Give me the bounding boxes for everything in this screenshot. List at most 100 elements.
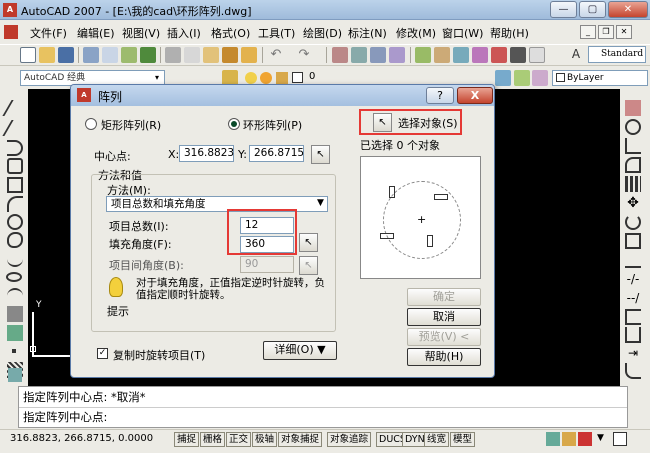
lineweight-toggle[interactable]: 线宽 [424, 432, 450, 447]
menu-tools[interactable]: 工具(T) [258, 25, 295, 41]
ok-button[interactable]: 确定 [407, 288, 481, 306]
paste-icon[interactable] [203, 47, 219, 63]
rotate-icon[interactable] [625, 214, 641, 230]
tool-palettes-icon[interactable] [453, 47, 469, 63]
scale-icon[interactable] [625, 233, 641, 249]
chevron-down-icon[interactable]: ▾ [155, 73, 159, 82]
alert-icon[interactable] [578, 432, 592, 446]
undo-icon[interactable]: ↶ [268, 47, 284, 63]
polyline-icon[interactable] [7, 140, 23, 156]
layer-previous-icon[interactable] [514, 70, 530, 86]
status-menu-chevron-icon[interactable]: ▼ [597, 433, 604, 443]
command-window[interactable]: 指定阵列中心点: *取消* 指定阵列中心点: [18, 386, 628, 428]
rect-array-label[interactable]: 矩形阵列(R) [101, 117, 161, 133]
spline-icon[interactable] [7, 251, 23, 267]
menu-draw[interactable]: 绘图(D) [303, 25, 342, 41]
chamfer-icon[interactable]: ⇥ [625, 345, 641, 361]
break-icon[interactable] [625, 309, 641, 325]
open-icon[interactable] [39, 47, 55, 63]
plot-preview-icon[interactable] [102, 47, 118, 63]
text-style-icon[interactable]: A [568, 47, 584, 63]
help-button[interactable]: 帮助(H) [407, 348, 481, 366]
command-scrollbar[interactable] [628, 386, 650, 428]
menu-view[interactable]: 视图(V) [122, 25, 160, 41]
select-objects-button[interactable]: 选择对象(S) [398, 115, 458, 131]
toolbar-lock-icon[interactable] [562, 432, 576, 446]
details-button[interactable]: 详细(O) ▼ [263, 341, 337, 360]
mdi-close-button[interactable]: ✕ [616, 25, 632, 39]
copy-icon[interactable] [184, 47, 200, 63]
zoom-previous-icon[interactable] [389, 47, 405, 63]
menu-format[interactable]: 格式(O) [211, 25, 250, 41]
sun-icon[interactable] [260, 72, 272, 84]
trim-icon[interactable]: -/- [625, 271, 641, 287]
polar-toggle[interactable]: 极轴 [252, 432, 278, 447]
arc-icon[interactable] [7, 196, 23, 212]
pick-fill-angle-icon[interactable]: ↖ [299, 233, 318, 252]
design-center-icon[interactable] [434, 47, 450, 63]
move-icon[interactable]: ✥ [625, 195, 641, 211]
array-icon[interactable] [625, 176, 641, 192]
fillet-icon[interactable] [625, 363, 641, 379]
mdi-restore-button[interactable]: ❐ [598, 25, 614, 39]
make-current-icon[interactable] [495, 70, 511, 86]
redo-icon[interactable]: ↷ [296, 47, 312, 63]
chevron-down-icon[interactable]: ▼ [317, 198, 324, 208]
dialog-close-button[interactable]: X [457, 87, 493, 104]
stretch-icon[interactable] [625, 252, 641, 268]
mirror-icon[interactable] [625, 138, 641, 154]
layer-state-icon[interactable] [532, 70, 548, 86]
publish-icon[interactable] [121, 47, 137, 63]
minimize-button[interactable]: — [550, 1, 577, 18]
clean-screen-icon[interactable] [613, 432, 627, 446]
menu-insert[interactable]: 插入(I) [167, 25, 201, 41]
close-button[interactable]: ✕ [608, 1, 648, 18]
markup-icon[interactable] [491, 47, 507, 63]
calculator-icon[interactable] [510, 47, 526, 63]
rotate-items-checkbox[interactable]: ✓ [97, 348, 108, 359]
sheet-set-icon[interactable] [472, 47, 488, 63]
offset-icon[interactable] [625, 157, 641, 173]
center-x-field[interactable]: 316.8823 [179, 145, 234, 162]
polygon-icon[interactable] [7, 158, 23, 174]
rotate-items-label[interactable]: 复制时旋转项目(T) [113, 347, 205, 363]
pick-center-point-icon[interactable]: ↖ [311, 145, 330, 164]
dialog-help-button[interactable]: ? [426, 87, 454, 104]
pan-icon[interactable] [332, 47, 348, 63]
communication-center-icon[interactable] [546, 432, 560, 446]
extend-icon[interactable]: --/ [625, 290, 641, 306]
erase-icon[interactable] [625, 100, 641, 116]
menu-edit[interactable]: 编辑(E) [77, 25, 115, 41]
document-icon[interactable] [4, 25, 18, 39]
rect-array-radio[interactable] [85, 118, 97, 130]
match-properties-icon[interactable] [222, 47, 238, 63]
new-icon[interactable] [20, 47, 36, 63]
bulb-icon[interactable] [245, 72, 257, 84]
model-toggle[interactable]: 模型 [450, 432, 476, 447]
point-icon[interactable] [12, 349, 16, 353]
circle-icon[interactable] [7, 214, 23, 230]
block-editor-icon[interactable] [241, 47, 257, 63]
rectangle-icon[interactable] [7, 177, 23, 193]
snap-toggle[interactable]: 捕捉 [174, 432, 200, 447]
preview-button[interactable]: 预览(V) < [407, 328, 481, 346]
grid-toggle[interactable]: 栅格 [200, 432, 226, 447]
ellipse-arc-icon[interactable] [7, 288, 23, 304]
3d-dwf-icon[interactable] [140, 47, 156, 63]
mdi-minimize-button[interactable]: _ [580, 25, 596, 39]
linetype-select[interactable]: ByLayer [552, 70, 648, 86]
menu-modify[interactable]: 修改(M) [396, 25, 436, 41]
menu-dimension[interactable]: 标注(N) [348, 25, 387, 41]
fill-angle-field[interactable]: 360 [240, 236, 294, 253]
total-items-field[interactable]: 12 [240, 217, 294, 234]
menu-file[interactable]: 文件(F) [30, 25, 67, 41]
osnap-toggle[interactable]: 对象捕捉 [278, 432, 323, 447]
save-icon[interactable] [58, 47, 74, 63]
menu-window[interactable]: 窗口(W) [442, 25, 483, 41]
insert-block-icon[interactable] [7, 306, 23, 322]
maximize-button[interactable]: ▢ [579, 1, 606, 18]
ortho-toggle[interactable]: 正交 [226, 432, 252, 447]
revision-cloud-icon[interactable] [7, 232, 23, 248]
text-style-select[interactable]: Standard [588, 46, 646, 63]
center-y-field[interactable]: 266.8715 [249, 145, 304, 162]
